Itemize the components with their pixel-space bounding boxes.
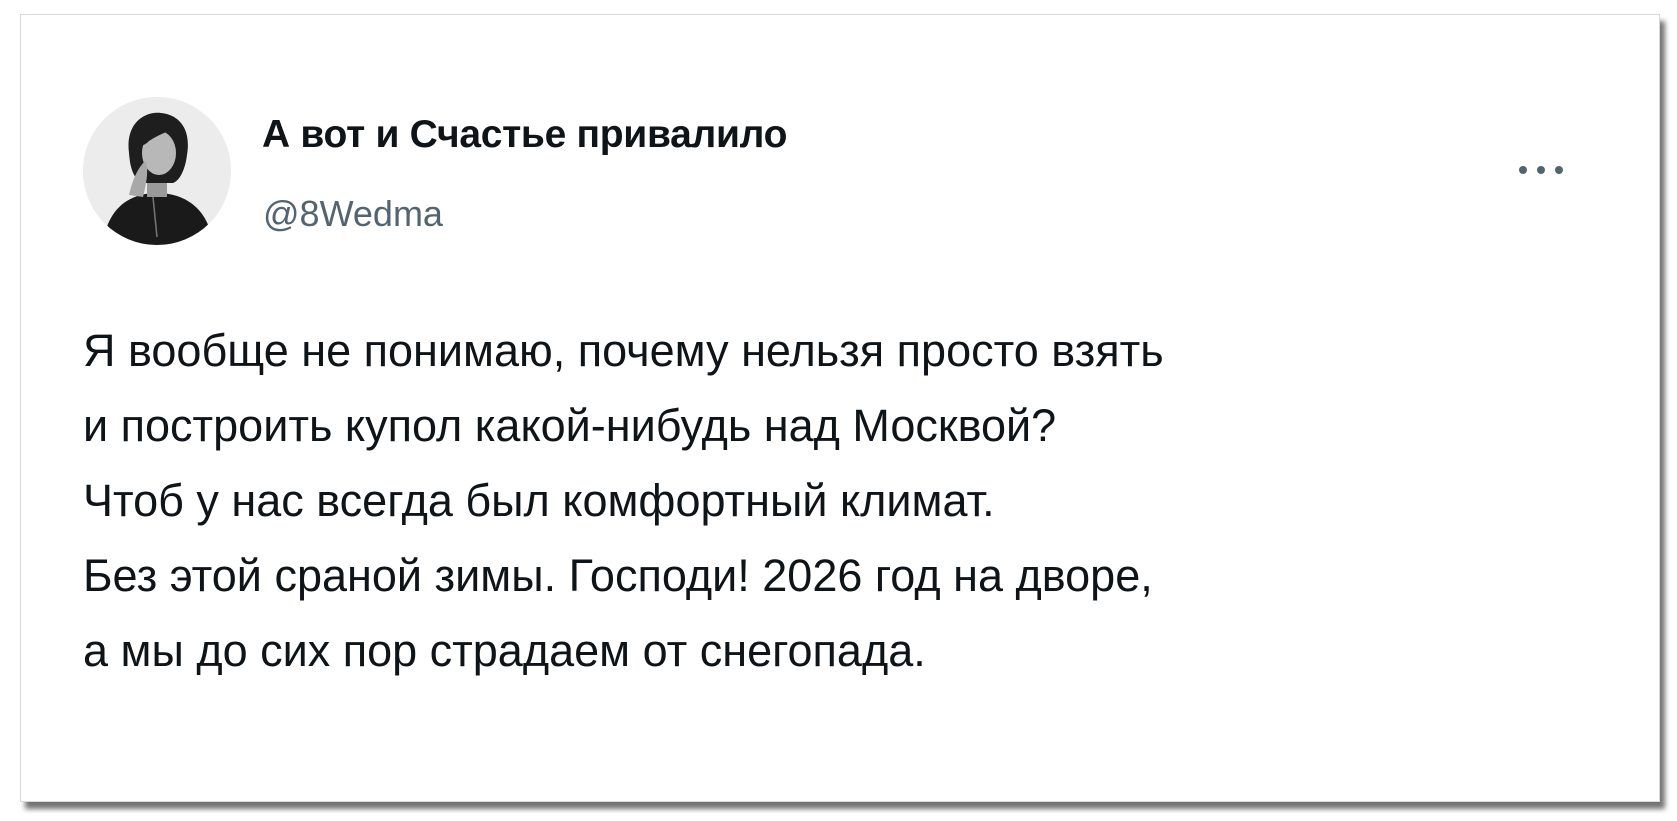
post-text: Я вообще не понимаю, почему нельзя прост… [83,313,1643,688]
avatar[interactable] [83,97,231,245]
author-handle[interactable]: @8Wedma [263,193,443,235]
post-text-line: а мы до сих пор страдаем от снегопада. [83,625,926,676]
more-horizontal-icon [1555,166,1563,174]
author-name[interactable]: А вот и Счастье привалило [262,113,787,157]
page: А вот и Счастье привалило @8Wedma Я вооб… [0,0,1677,821]
post-card: А вот и Счастье привалило @8Wedma Я вооб… [20,14,1660,802]
profile-photo-icon [83,97,231,245]
post-text-line: Без этой сраной зимы. Господи! 2026 год … [83,550,1153,601]
more-horizontal-icon [1537,166,1545,174]
post-text-line: Я вообще не понимаю, почему нельзя прост… [83,325,1164,376]
post-text-line: и построить купол какой-нибудь над Москв… [83,400,1057,451]
more-horizontal-icon [1519,166,1527,174]
post-text-line: Чтоб у нас всегда был комфортный климат. [83,475,995,526]
more-options-button[interactable] [1519,155,1563,185]
